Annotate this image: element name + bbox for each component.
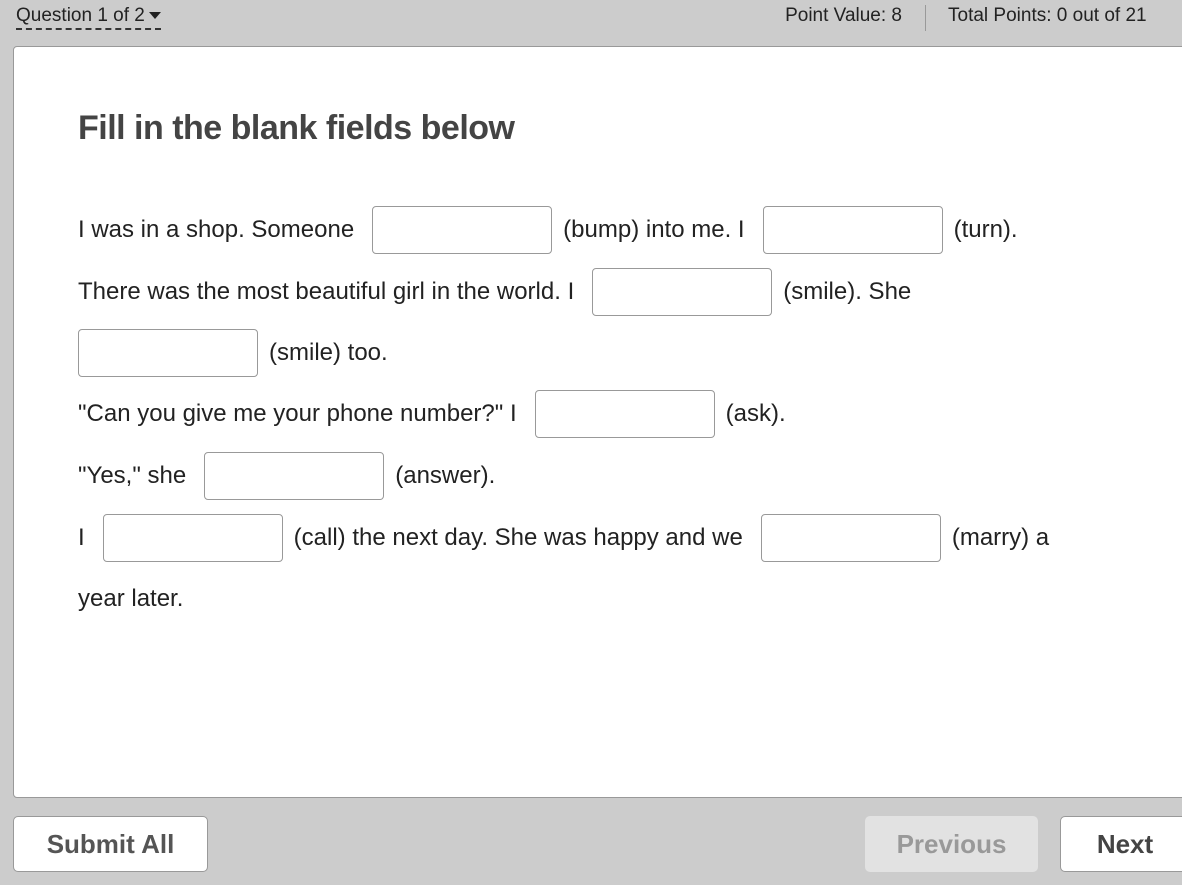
total-points: Total Points: 0 out of 21 — [948, 5, 1147, 26]
text: (ask). — [725, 400, 786, 427]
caret-down-icon — [148, 12, 161, 20]
text: (answer). — [395, 462, 496, 489]
submit-all-button[interactable]: Submit All — [13, 816, 208, 872]
text: (smile). She — [783, 278, 912, 305]
sentence-line: "Can you give me your phone number?" I (… — [78, 389, 786, 439]
text: I was in a shop. Someone — [78, 216, 355, 243]
blank-ask[interactable] — [534, 390, 715, 438]
text: (smile) too. — [269, 339, 388, 366]
blank-answer[interactable] — [204, 452, 385, 500]
blank-smile-1[interactable] — [592, 268, 773, 316]
previous-button[interactable]: Previous — [865, 816, 1038, 872]
sentence-line: "Yes," she (answer). — [78, 451, 495, 501]
blank-marry[interactable] — [760, 514, 941, 562]
text: I — [78, 524, 85, 551]
sentence-line: I was in a shop. Someone (bump) into me.… — [78, 205, 1018, 255]
next-button[interactable]: Next — [1060, 816, 1182, 872]
text: (call) the next day. She was happy and w… — [293, 524, 743, 551]
sentence-line: There was the most beautiful girl in the… — [78, 267, 911, 317]
text: There was the most beautiful girl in the… — [78, 278, 575, 305]
blank-call[interactable] — [102, 514, 283, 562]
blank-bump[interactable] — [372, 206, 553, 254]
question-nav-label: Question 1 of 2 — [16, 5, 145, 26]
text: "Can you give me your phone number?" I — [78, 400, 517, 427]
text: (turn). — [953, 216, 1018, 243]
blank-smile-2[interactable] — [78, 329, 258, 377]
point-value: Point Value: 8 — [785, 5, 902, 26]
sentence-line: I (call) the next day. She was happy and… — [78, 513, 1049, 563]
sentence-line: (smile) too. — [78, 328, 388, 378]
question-card: Fill in the blank fields below I was in … — [13, 46, 1182, 798]
text: "Yes," she — [78, 462, 187, 489]
text: (bump) into me. I — [563, 216, 745, 243]
sentence-line: year later. — [78, 574, 183, 624]
header-divider — [925, 5, 926, 31]
question-navigator-dropdown[interactable]: Question 1 of 2 — [16, 5, 161, 30]
blank-turn[interactable] — [762, 206, 943, 254]
text: year later. — [78, 585, 184, 612]
question-title: Fill in the blank fields below — [78, 109, 515, 147]
text: (marry) a — [951, 524, 1050, 551]
